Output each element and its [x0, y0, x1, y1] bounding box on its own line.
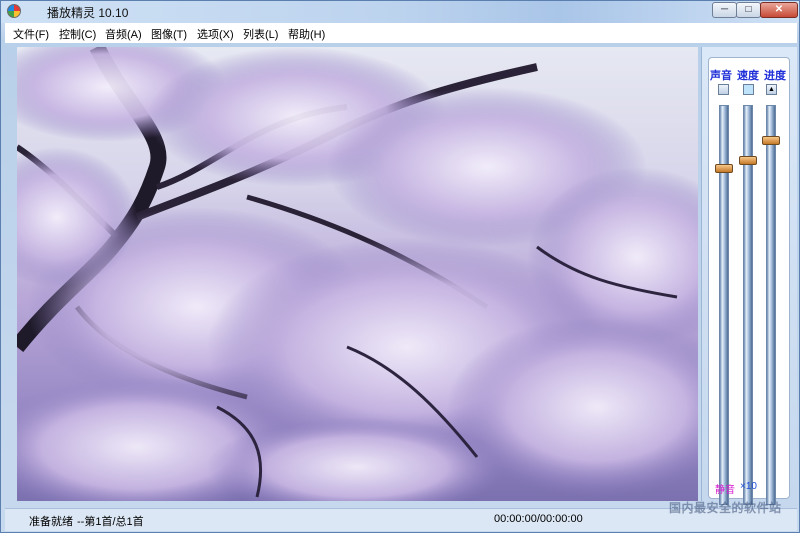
player-window: 播放精灵 10.10 ─ □ ✕ 文件(F) 控制(C) 音频(A) 图像(T)…	[0, 0, 800, 533]
menu-options[interactable]: 选项(X)	[197, 26, 234, 42]
cherry-blossom-image	[17, 47, 698, 501]
menu-bar: 文件(F) 控制(C) 音频(A) 图像(T) 选项(X) 列表(L) 帮助(H…	[5, 23, 797, 43]
menu-list[interactable]: 列表(L)	[243, 26, 278, 42]
close-icon: ✕	[774, 4, 784, 15]
control-panel: 声音 速度 进度 ▲	[701, 47, 797, 529]
speed-slider-track[interactable]	[743, 105, 753, 505]
progress-up-button[interactable]: ▲	[766, 84, 777, 95]
progress-slider-track[interactable]	[766, 105, 776, 505]
app-icon[interactable]	[7, 4, 21, 18]
minimize-button[interactable]: ─	[712, 2, 737, 18]
window-title: 播放精灵 10.10	[47, 6, 129, 20]
mute-label[interactable]: 静音	[715, 481, 735, 496]
title-bar[interactable]: 播放精灵 10.10 ─ □ ✕	[1, 1, 799, 23]
status-state: 准备就绪	[29, 516, 73, 528]
watermark-text: 国内最安全的软件站	[669, 501, 782, 515]
volume-readout: ×10	[740, 481, 757, 492]
minimize-icon: ─	[720, 4, 729, 15]
menu-audio[interactable]: 音频(A)	[105, 26, 142, 42]
video-display[interactable]	[17, 47, 698, 501]
speed-label: 速度	[737, 70, 759, 82]
menu-file[interactable]: 文件(F)	[13, 26, 49, 42]
status-time: 00:00:00/00:00:00	[494, 513, 583, 525]
progress-slider-thumb[interactable]	[762, 136, 780, 146]
maximize-button[interactable]: □	[736, 2, 761, 18]
speed-reset-button[interactable]	[743, 84, 754, 95]
volume-slider-thumb[interactable]	[715, 163, 733, 173]
volume-label: 声音	[710, 70, 732, 82]
volume-reset-button[interactable]	[718, 84, 729, 95]
speed-slider-thumb[interactable]	[739, 155, 757, 165]
menu-control[interactable]: 控制(C)	[59, 26, 96, 42]
menu-help[interactable]: 帮助(H)	[288, 26, 325, 42]
menu-image[interactable]: 图像(T)	[151, 26, 187, 42]
progress-label: 进度	[764, 70, 786, 82]
close-button[interactable]: ✕	[760, 2, 798, 18]
maximize-icon: □	[745, 4, 752, 15]
status-track: --第1首/总1首	[77, 516, 144, 528]
